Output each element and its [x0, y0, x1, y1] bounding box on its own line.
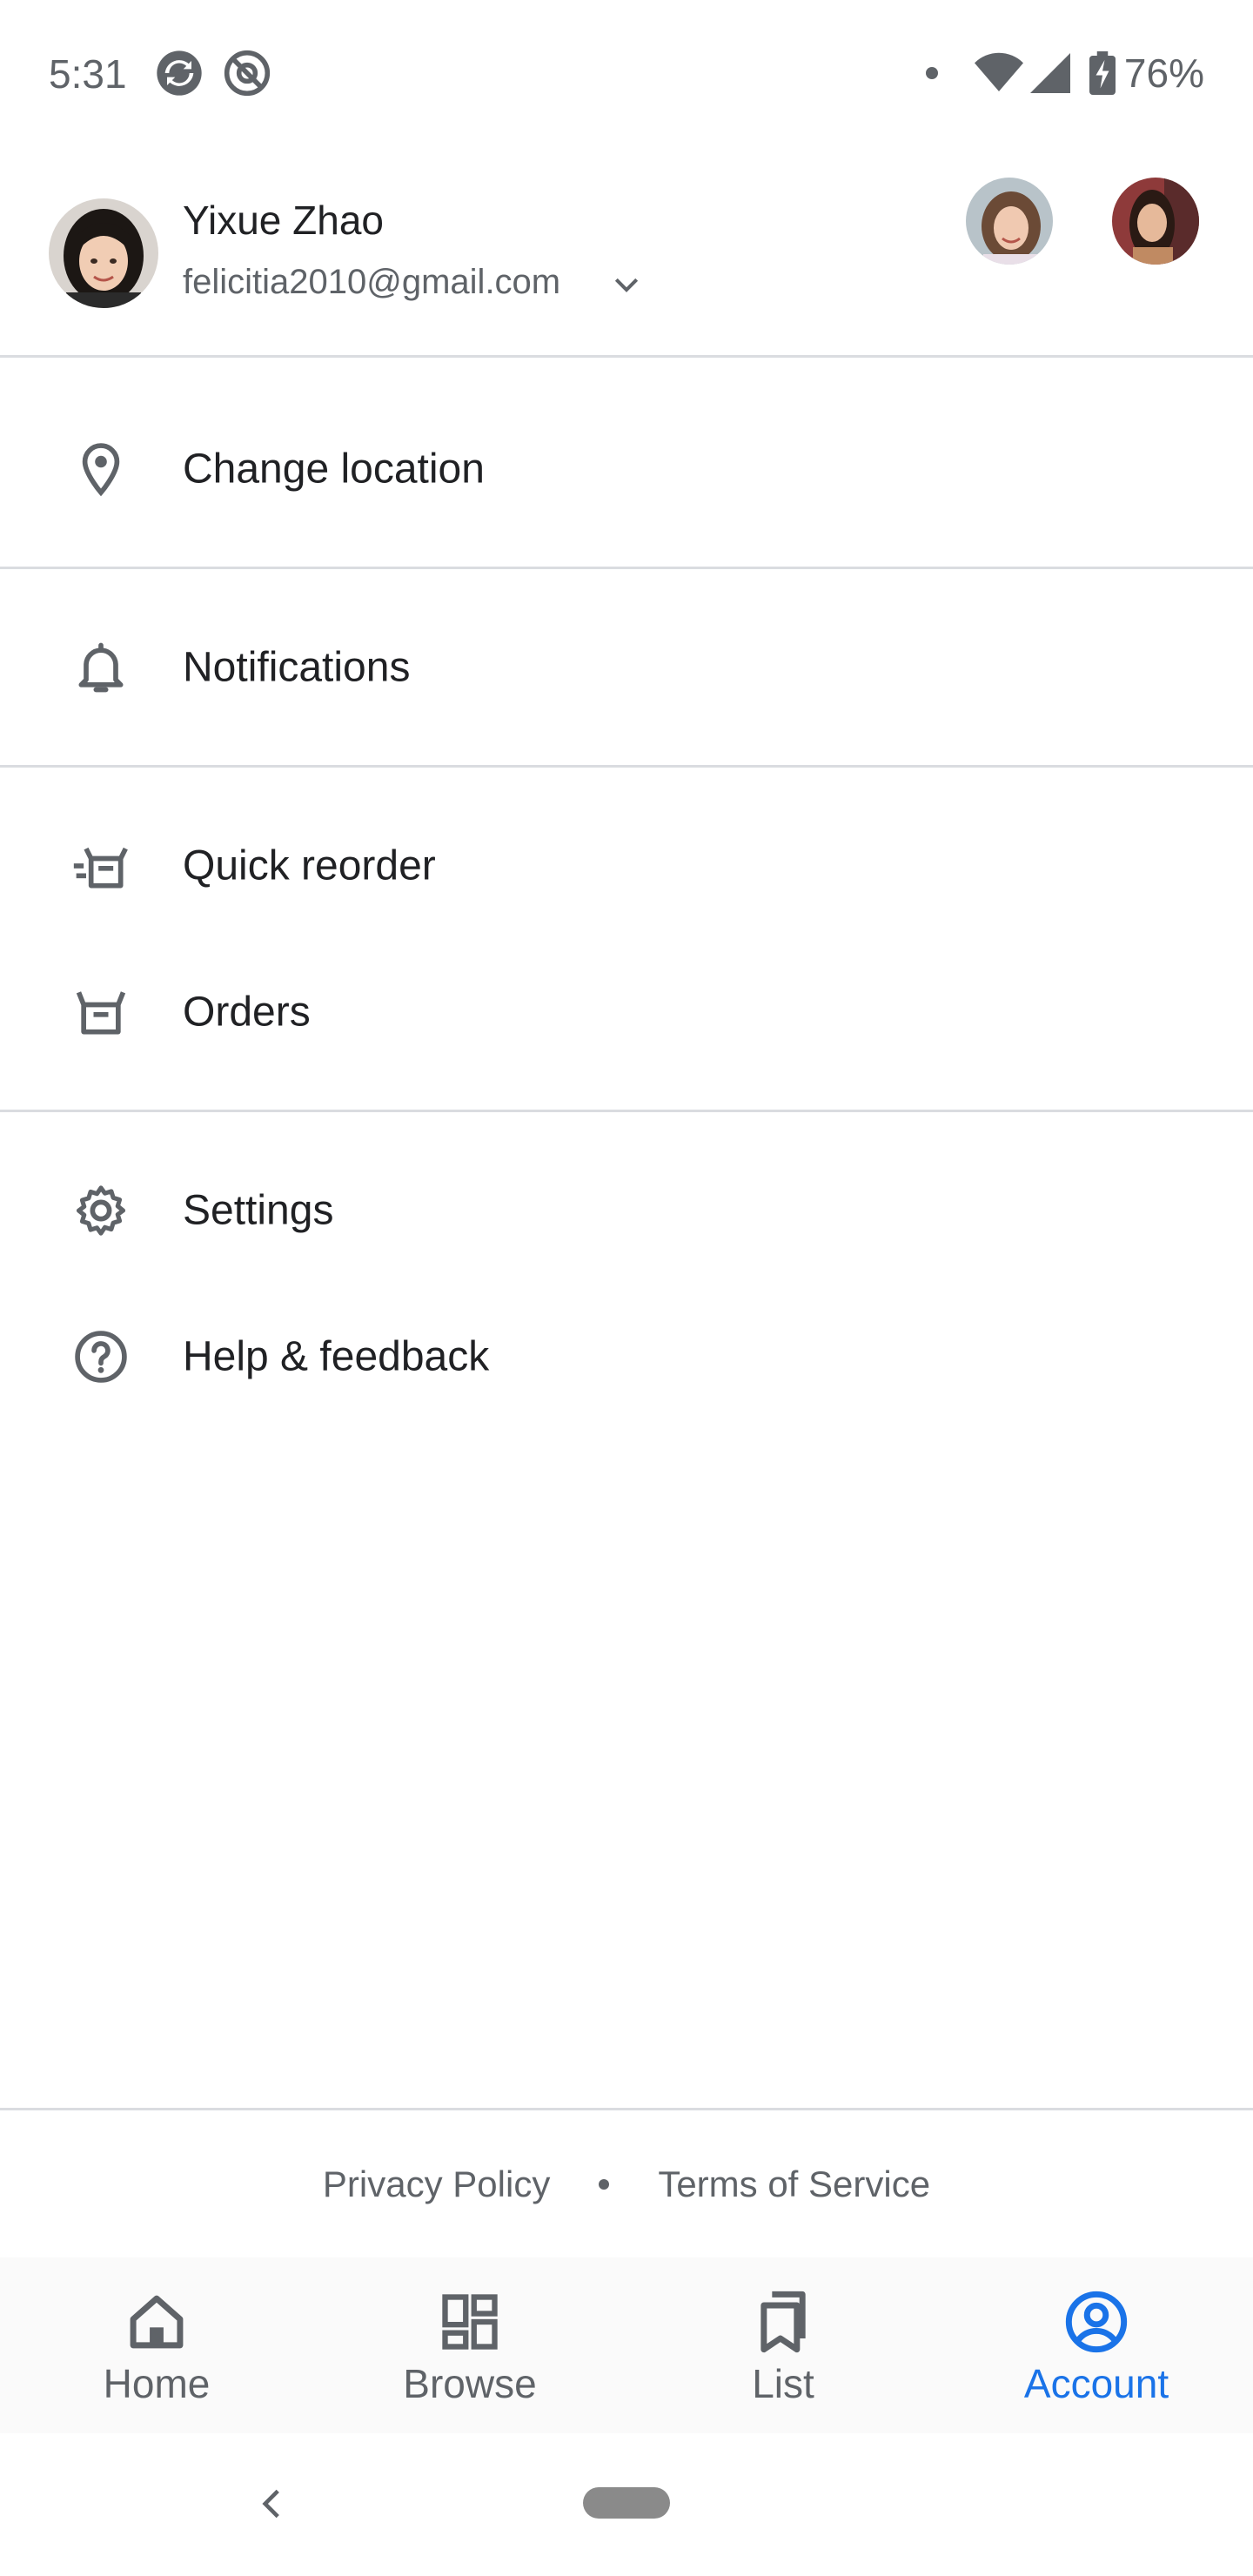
quick-reorder-icon: [73, 847, 128, 889]
home-icon: [130, 2295, 184, 2349]
account-name: Yixue Zhao: [183, 198, 384, 243]
nav-item-home[interactable]: Home: [0, 2257, 313, 2433]
divider: [0, 567, 1253, 569]
switch-account-avatar[interactable]: [1112, 178, 1199, 265]
dashboard-grid-icon: [442, 2294, 498, 2350]
system-navigation-bar: [0, 2433, 1253, 2576]
home-pill-button[interactable]: [583, 2487, 670, 2519]
nav-label: Account: [1023, 2361, 1169, 2406]
menu-item-help-feedback[interactable]: Help & feedback: [0, 1284, 1253, 1430]
menu-label: Quick reorder: [183, 842, 436, 889]
menu-label: Notifications: [183, 644, 411, 691]
divider: [0, 765, 1253, 768]
sync-app-icon: [157, 50, 202, 96]
nav-item-list[interactable]: List: [626, 2257, 940, 2433]
terms-of-service-link[interactable]: Terms of Service: [658, 2163, 930, 2205]
menu-item-settings[interactable]: Settings: [0, 1137, 1253, 1284]
bell-icon: [78, 642, 124, 693]
at-sign-icon: [224, 50, 271, 97]
battery-charging-icon: [1089, 51, 1116, 95]
separator-dot-icon: [599, 2179, 610, 2190]
menu-label: Orders: [183, 989, 311, 1036]
avatar[interactable]: [49, 198, 158, 308]
cell-signal-icon: [1029, 53, 1070, 93]
gear-icon: [76, 1185, 126, 1236]
nav-label: Home: [103, 2361, 211, 2406]
account-email[interactable]: felicitia2010@gmail.com: [183, 263, 560, 302]
notification-dot-icon: [925, 67, 938, 79]
bookmarks-icon: [761, 2291, 806, 2353]
menu-label: Help & feedback: [183, 1333, 490, 1380]
nav-label: List: [752, 2361, 814, 2406]
status-bar: 5:31 76%: [0, 0, 1253, 150]
bottom-navigation: Home Browse List Account: [0, 2257, 1253, 2433]
nav-item-browse[interactable]: Browse: [313, 2257, 626, 2433]
back-chevron-icon[interactable]: [251, 2482, 294, 2526]
status-time: 5:31: [49, 51, 127, 97]
menu-label: Change location: [183, 446, 485, 493]
footer-links: Privacy Policy Terms of Service: [0, 2111, 1253, 2257]
chevron-down-icon[interactable]: [609, 268, 644, 303]
divider: [0, 1110, 1253, 1112]
privacy-policy-link[interactable]: Privacy Policy: [323, 2163, 550, 2205]
account-screen: 5:31 76% Yixue Zhao felicitia2010@gmail.…: [0, 0, 1253, 2576]
orders-box-icon: [76, 991, 126, 1035]
wifi-icon: [974, 52, 1023, 91]
status-right-group: 76%: [925, 49, 1204, 97]
nav-label: Browse: [403, 2361, 537, 2406]
account-header: Yixue Zhao felicitia2010@gmail.com: [0, 150, 1253, 355]
account-circle-icon: [1065, 2291, 1128, 2353]
menu-label: Settings: [183, 1187, 334, 1234]
nav-item-account[interactable]: Account: [940, 2257, 1253, 2433]
location-pin-icon: [82, 443, 120, 497]
menu-item-quick-reorder[interactable]: Quick reorder: [0, 793, 1253, 939]
menu-item-change-location[interactable]: Change location: [0, 396, 1253, 542]
divider: [0, 355, 1253, 358]
divider: [0, 2108, 1253, 2110]
help-circle-icon: [75, 1331, 127, 1383]
menu-item-orders[interactable]: Orders: [0, 939, 1253, 1085]
menu-item-notifications[interactable]: Notifications: [0, 594, 1253, 741]
switch-account-avatar[interactable]: [966, 178, 1053, 265]
battery-percent: 76%: [1123, 50, 1204, 96]
